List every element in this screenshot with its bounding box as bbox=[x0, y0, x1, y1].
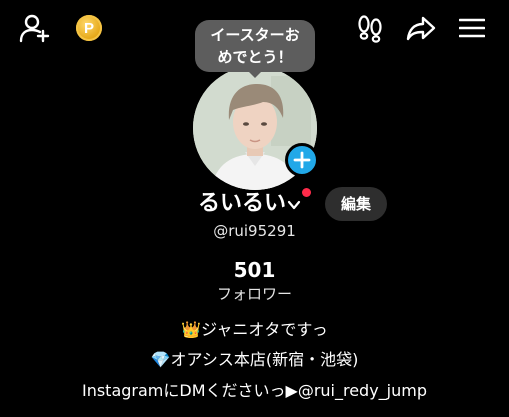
profile-handle: @rui95291 bbox=[213, 222, 296, 240]
speech-bubble-tail bbox=[247, 70, 263, 78]
chevron-down-icon[interactable] bbox=[287, 196, 301, 215]
coins-button[interactable]: P bbox=[74, 12, 104, 44]
followers-label[interactable]: フォロワー bbox=[0, 283, 509, 304]
profile-name[interactable]: るいるい bbox=[198, 188, 286, 220]
bio-line-1: 👑ジャニオタですっ bbox=[181, 320, 328, 339]
followers-count[interactable]: 501 bbox=[0, 258, 509, 282]
notification-dot bbox=[302, 188, 311, 197]
bio-line-3: InstagramにDMくださいっ▶@rui_redy_jump bbox=[81, 381, 428, 400]
share-icon[interactable] bbox=[404, 12, 438, 44]
add-friend-icon[interactable] bbox=[18, 12, 52, 44]
plus-icon bbox=[293, 151, 311, 169]
coin-icon: P bbox=[76, 15, 102, 41]
bio-line-2: 💎オアシス本店(新宿・池袋) bbox=[150, 350, 359, 369]
add-story-button[interactable] bbox=[285, 143, 319, 177]
status-speech-bubble[interactable]: イースターお めでとう！ bbox=[195, 20, 315, 72]
edit-profile-button[interactable]: 編集 bbox=[325, 187, 387, 221]
menu-icon[interactable] bbox=[458, 12, 486, 44]
footprints-icon[interactable] bbox=[355, 12, 385, 44]
